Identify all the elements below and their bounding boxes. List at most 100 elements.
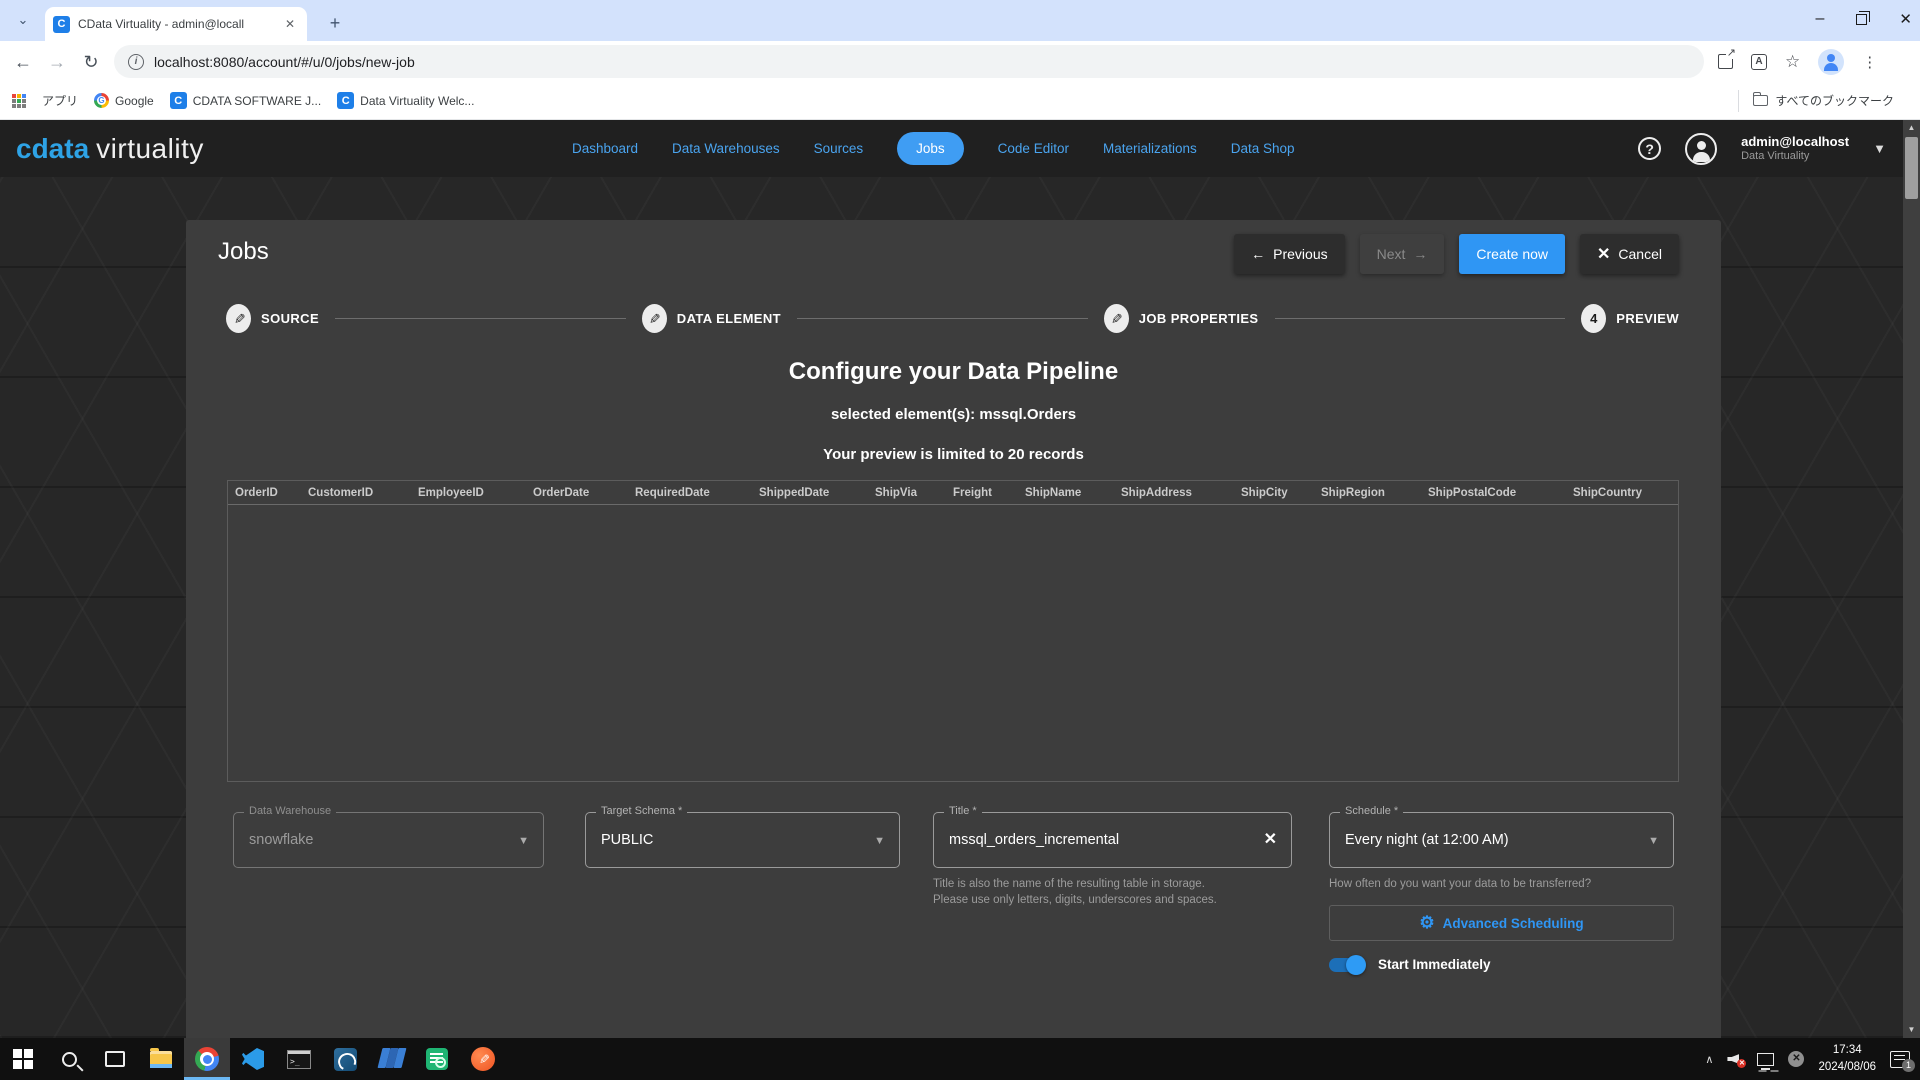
reload-icon[interactable]: ↻ <box>74 45 108 79</box>
user-name: admin@localhost <box>1741 133 1850 149</box>
site-info-icon[interactable]: i <box>128 53 144 70</box>
title-input[interactable]: Title * mssql_orders_incremental ✕ <box>933 805 1292 868</box>
chevron-down-icon[interactable]: ▼ <box>1873 141 1886 156</box>
step-preview[interactable]: 4 PREVIEW <box>1581 304 1679 333</box>
start-immediately-toggle[interactable] <box>1329 954 1366 975</box>
page-scrollbar[interactable]: ▲ ▼ <box>1903 120 1920 1038</box>
network-icon[interactable] <box>1757 1052 1775 1070</box>
step-label: DATA ELEMENT <box>676 311 781 326</box>
advanced-scheduling-button[interactable]: ⚙ Advanced Scheduling <box>1329 905 1674 941</box>
jobs-panel: Jobs ← Previous Next → Create now ✕ Cancel … <box>186 220 1721 1038</box>
translate-icon[interactable]: A <box>1751 53 1767 70</box>
cdata-favicon-icon: C <box>169 92 187 109</box>
file-explorer-icon <box>150 1047 172 1068</box>
clear-x-icon[interactable]: ✕ <box>1264 829 1277 849</box>
nav-jobs[interactable]: Jobs <box>897 132 964 165</box>
browser-toolbar: ← → ↻ i localhost:8080/account/#/u/0/job… <box>0 41 1920 82</box>
pgadmin-taskbar-item[interactable] <box>322 1038 368 1080</box>
data-warehouse-select[interactable]: Data Warehouse snowflake ▼ <box>233 805 544 868</box>
notification-center-icon[interactable]: 1 <box>1890 1050 1915 1072</box>
window-controls: – ✕ <box>1816 0 1912 38</box>
step-source[interactable]: ✎ SOURCE <box>226 304 319 333</box>
window-close-icon[interactable]: ✕ <box>1899 10 1912 28</box>
nav-dashboard[interactable]: Dashboard <box>572 141 638 156</box>
tab-close-icon[interactable]: ✕ <box>281 15 299 33</box>
nav-data-shop[interactable]: Data Shop <box>1231 141 1295 156</box>
menu-dots-icon[interactable]: ⋮ <box>1862 53 1877 71</box>
next-label: Next <box>1376 246 1406 262</box>
wizard-stepper: ✎ SOURCE ✎ DATA ELEMENT ✎ JOB PROPERTIES… <box>226 304 1679 333</box>
vscode-taskbar-item[interactable] <box>230 1038 276 1080</box>
step-label: JOB PROPERTIES <box>1138 311 1259 326</box>
help-icon[interactable]: ? <box>1638 137 1662 160</box>
tray-chevron-up-icon[interactable]: ∧ <box>1705 1053 1713 1066</box>
forward-icon[interactable]: → <box>40 45 74 79</box>
terminal-taskbar-item[interactable]: >_ <box>276 1038 322 1080</box>
window-minimize-icon[interactable]: – <box>1816 10 1825 28</box>
pen-icon: ✎ <box>471 1047 495 1071</box>
back-icon[interactable]: ← <box>6 45 40 79</box>
user-avatar-icon[interactable] <box>1685 132 1718 165</box>
bookmarks-bar: アプリ G Google C CDATA SOFTWARE J... C Data V… <box>0 82 1920 120</box>
window-restore-icon[interactable] <box>1856 10 1871 25</box>
bookmark-label: CDATA SOFTWARE J... <box>192 93 322 108</box>
step-job-properties[interactable]: ✎ JOB PROPERTIES <box>1103 304 1259 333</box>
gear-icon: ⚙ <box>1419 913 1435 932</box>
page-title: Jobs <box>218 238 269 265</box>
step-label: SOURCE <box>261 311 320 326</box>
bookmark-apps[interactable]: アプリ <box>42 92 78 109</box>
taskbar-search[interactable] <box>46 1038 92 1080</box>
header-right: ? admin@localhost Data Virtuality ▼ <box>1638 120 1886 177</box>
nav-sources[interactable]: Sources <box>814 141 864 156</box>
address-bar[interactable]: i localhost:8080/account/#/u/0/jobs/new-… <box>114 45 1704 78</box>
scrollbar-thumb[interactable] <box>1905 137 1918 199</box>
cancel-button[interactable]: ✕ Cancel <box>1580 234 1679 274</box>
task-view[interactable] <box>92 1038 138 1080</box>
share-icon[interactable] <box>1718 46 1736 69</box>
title-helper-text: Title is also the name of the resulting … <box>933 878 1217 907</box>
file-explorer[interactable] <box>138 1038 184 1080</box>
bookmark-cdata-software[interactable]: C CDATA SOFTWARE J... <box>169 92 322 109</box>
pen-app-taskbar-item[interactable]: ✎ <box>460 1038 506 1080</box>
apps-grid-icon[interactable] <box>12 93 26 108</box>
logo-brand: cdata <box>16 132 90 164</box>
scroll-up-icon[interactable]: ▲ <box>1903 120 1920 136</box>
bookmark-data-virtuality[interactable]: C Data Virtuality Welc... <box>337 92 474 109</box>
user-info[interactable]: admin@localhost Data Virtuality <box>1741 134 1849 164</box>
scroll-down-icon[interactable]: ▼ <box>1903 1022 1920 1038</box>
start-button[interactable] <box>0 1038 46 1080</box>
app-logo[interactable]: cdata virtuality <box>16 133 204 165</box>
previous-button[interactable]: ← Previous <box>1234 234 1345 274</box>
column-header: ShipCountry <box>1573 487 1642 499</box>
task-view-icon <box>105 1051 125 1067</box>
profile-avatar-icon[interactable] <box>1818 48 1845 75</box>
nav-data-warehouses[interactable]: Data Warehouses <box>672 141 780 156</box>
all-bookmarks[interactable]: すべてのブックマーク <box>1738 89 1894 112</box>
bookmark-star-icon[interactable]: ☆ <box>1785 52 1800 72</box>
preview-table-header: OrderID CustomerID EmployeeID OrderDate … <box>228 481 1678 505</box>
search-icon <box>61 1051 77 1067</box>
create-now-button[interactable]: Create now <box>1459 234 1565 274</box>
column-header: RequiredDate <box>635 487 710 499</box>
taskbar-clock[interactable]: 17:34 2024/08/06 <box>1818 1042 1876 1075</box>
browser-tab[interactable]: C CData Virtuality - admin@locall ✕ <box>45 7 307 41</box>
chrome-taskbar-item[interactable] <box>184 1038 230 1080</box>
bookmark-google[interactable]: G Google <box>94 93 154 108</box>
nav-materializations[interactable]: Materializations <box>1103 141 1197 156</box>
column-header: OrderDate <box>533 487 590 499</box>
layers-app-taskbar-item[interactable] <box>368 1038 414 1080</box>
speaker-muted-icon[interactable]: ✕ <box>1727 1052 1747 1068</box>
nav-code-editor[interactable]: Code Editor <box>998 141 1069 156</box>
schedule-select[interactable]: Schedule * Every night (at 12:00 AM) ▼ <box>1329 805 1674 868</box>
target-schema-select[interactable]: Target Schema * PUBLIC ▼ <box>585 805 900 868</box>
status-x-icon[interactable]: ✕ <box>1788 1051 1805 1067</box>
new-tab-button[interactable]: + <box>322 10 348 36</box>
terminal-icon: >_ <box>287 1049 311 1069</box>
tab-search-chevron-icon[interactable]: ⌄ <box>10 9 36 33</box>
pipeline-heading: Configure your Data Pipeline <box>788 358 1119 385</box>
url-text[interactable]: localhost:8080/account/#/u/0/jobs/new-jo… <box>154 54 415 70</box>
next-button[interactable]: Next → <box>1359 234 1445 274</box>
step-data-element[interactable]: ✎ DATA ELEMENT <box>641 304 781 333</box>
start-immediately-label: Start Immediately <box>1378 957 1491 972</box>
log-viewer-taskbar-item[interactable] <box>414 1038 460 1080</box>
